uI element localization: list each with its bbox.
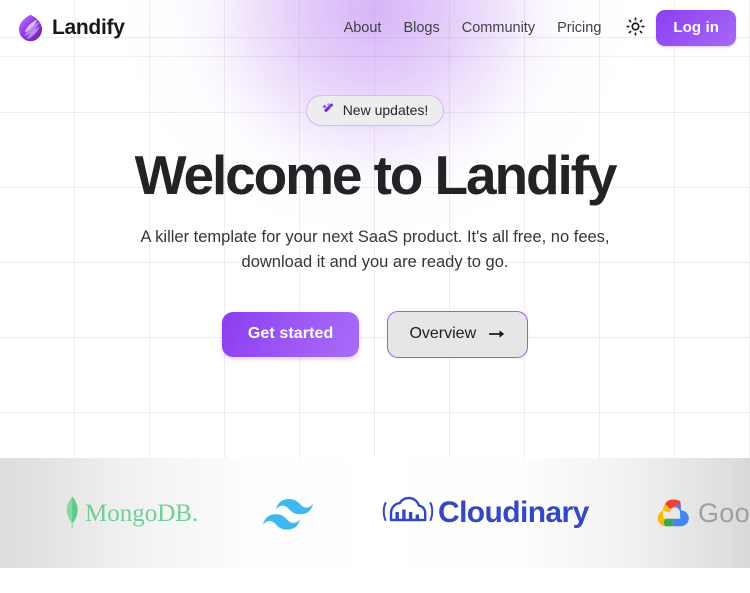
page-title: Welcome to Landify: [134, 144, 618, 206]
cloudinary-logo: Cloudinary: [382, 491, 594, 535]
svg-text:MongoDB.: MongoDB.: [85, 500, 198, 527]
theme-toggle-button[interactable]: [620, 13, 650, 43]
page-bottom-spacer: [0, 568, 750, 593]
nav-link-pricing[interactable]: Pricing: [546, 20, 612, 36]
overview-button[interactable]: Overview: [387, 310, 529, 358]
hero-subtitle: A killer template for your next SaaS pro…: [140, 227, 610, 272]
logos-track: MongoDB. Cloudinary Goo: [0, 491, 750, 535]
login-button[interactable]: Log in: [656, 10, 736, 46]
site-header: Landify About Blogs Community Pricing Lo…: [0, 0, 750, 57]
brand-logo[interactable]: Landify: [18, 14, 125, 42]
nav-link-about[interactable]: About: [333, 20, 393, 36]
landing-page: Landify About Blogs Community Pricing Lo…: [0, 0, 750, 593]
cta-button-row: Get started Overview: [221, 310, 529, 358]
badge-label: New updates!: [342, 102, 429, 118]
sun-icon: [626, 17, 645, 39]
brand-name: Landify: [52, 16, 125, 39]
nav-link-community[interactable]: Community: [451, 20, 546, 36]
landify-flame-logo-icon: [18, 14, 43, 42]
partner-logos-band: MongoDB. Cloudinary Goo: [0, 458, 750, 568]
svg-text:Google Cloud: Google Cloud: [698, 498, 750, 528]
tailwindcss-logo: [256, 491, 326, 535]
new-updates-badge[interactable]: New updates!: [305, 95, 445, 126]
magic-wand-icon: [320, 102, 336, 118]
google-cloud-logo: Google Cloud: [650, 491, 750, 535]
mongodb-logo: MongoDB.: [60, 491, 200, 535]
nav-link-blogs[interactable]: Blogs: [392, 20, 450, 36]
arrow-right-icon: [489, 328, 506, 340]
svg-text:Cloudinary: Cloudinary: [438, 496, 590, 529]
overview-button-label: Overview: [409, 324, 477, 342]
get-started-button[interactable]: Get started: [221, 311, 360, 357]
hero-content: New updates! Welcome to Landify A killer…: [0, 57, 750, 358]
main-navigation: About Blogs Community Pricing Log in: [333, 10, 750, 46]
